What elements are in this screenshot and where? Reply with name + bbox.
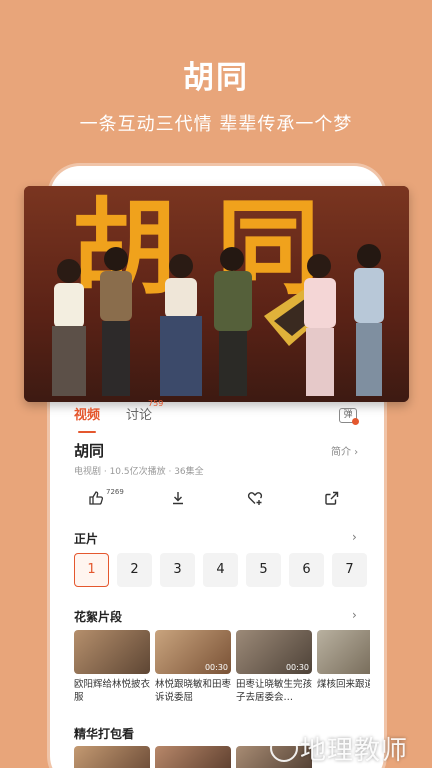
heart-plus-icon [247, 492, 263, 505]
clip-item[interactable]: 00:30 林悦跟晓敏和田枣诉说委屈 [155, 630, 231, 704]
content-tabs: 视频 讨论 759 [74, 399, 163, 433]
best-of-thumbnail[interactable] [74, 746, 150, 768]
episode-button[interactable]: 1 [74, 553, 109, 587]
show-title: 胡同 [74, 442, 105, 460]
clip-list: 欧阳辉给林悦披衣服 00:30 林悦跟晓敏和田枣诉说委屈 00:30 田枣让晓敏… [74, 630, 370, 710]
episode-button[interactable]: 3 [160, 553, 195, 587]
download-button[interactable] [170, 490, 186, 512]
clip-thumbnail [74, 630, 150, 674]
clip-title: 欧阳辉给林悦披衣服 [74, 679, 150, 703]
clip-title: 煤核回来跟道歉 [317, 679, 370, 690]
like-button[interactable]: 7269 [88, 488, 124, 512]
show-meta: 电视剧 · 10.5亿次播放 · 36集全 [74, 467, 204, 477]
clip-title: 林悦跟晓敏和田枣诉说委屈 [155, 679, 231, 703]
discussion-count-badge: 759 [148, 399, 164, 408]
share-icon [325, 491, 339, 505]
intro-link[interactable]: 简介 › [331, 443, 358, 458]
show-poster[interactable]: 胡同 [24, 186, 409, 402]
danmu-status-dot [352, 418, 359, 425]
favorite-button[interactable] [247, 490, 263, 512]
episodes-title: 正片 [74, 532, 99, 546]
tab-discussion[interactable]: 讨论 759 [126, 399, 163, 430]
thumbs-up-icon [89, 491, 104, 505]
episode-button[interactable]: 5 [246, 553, 281, 587]
episode-button[interactable]: 6 [289, 553, 324, 587]
clip-thumbnail: 00:30 [236, 630, 312, 674]
like-count: 7269 [106, 488, 124, 496]
best-of-thumbnail[interactable] [155, 746, 231, 768]
episode-button[interactable]: 2 [117, 553, 152, 587]
clips-title: 花絮片段 [74, 610, 123, 624]
clip-thumbnail: 00:30 [155, 630, 231, 674]
clips-more-arrow[interactable]: › [352, 608, 357, 622]
clip-title: 田枣让晓敏生完孩子去居委会… [236, 679, 312, 703]
episodes-more-arrow[interactable]: › [352, 530, 357, 544]
watermark-logo-icon [270, 734, 298, 762]
watermark-text: 地理教师 [300, 736, 409, 766]
best-of-title: 精华打包看 [74, 727, 135, 741]
clip-item[interactable]: 欧阳辉给林悦披衣服 [74, 630, 150, 704]
clip-thumbnail [317, 630, 370, 674]
episode-button[interactable]: 4 [203, 553, 238, 587]
clip-item[interactable]: 煤核回来跟道歉 [317, 630, 370, 704]
promo-title: 胡同 [183, 60, 249, 96]
episode-button[interactable]: 7 [332, 553, 367, 587]
tab-video[interactable]: 视频 [74, 404, 100, 433]
poster-art: 胡同 [24, 186, 409, 402]
share-button[interactable] [324, 490, 340, 512]
clip-item[interactable]: 00:30 田枣让晓敏生完孩子去居委会… [236, 630, 312, 704]
action-bar: 7269 [74, 488, 364, 512]
episode-list: 1 2 3 4 5 6 7 [74, 553, 367, 587]
download-icon [173, 492, 183, 505]
promo-subtitle: 一条互动三代情 辈辈传承一个梦 [79, 114, 353, 135]
